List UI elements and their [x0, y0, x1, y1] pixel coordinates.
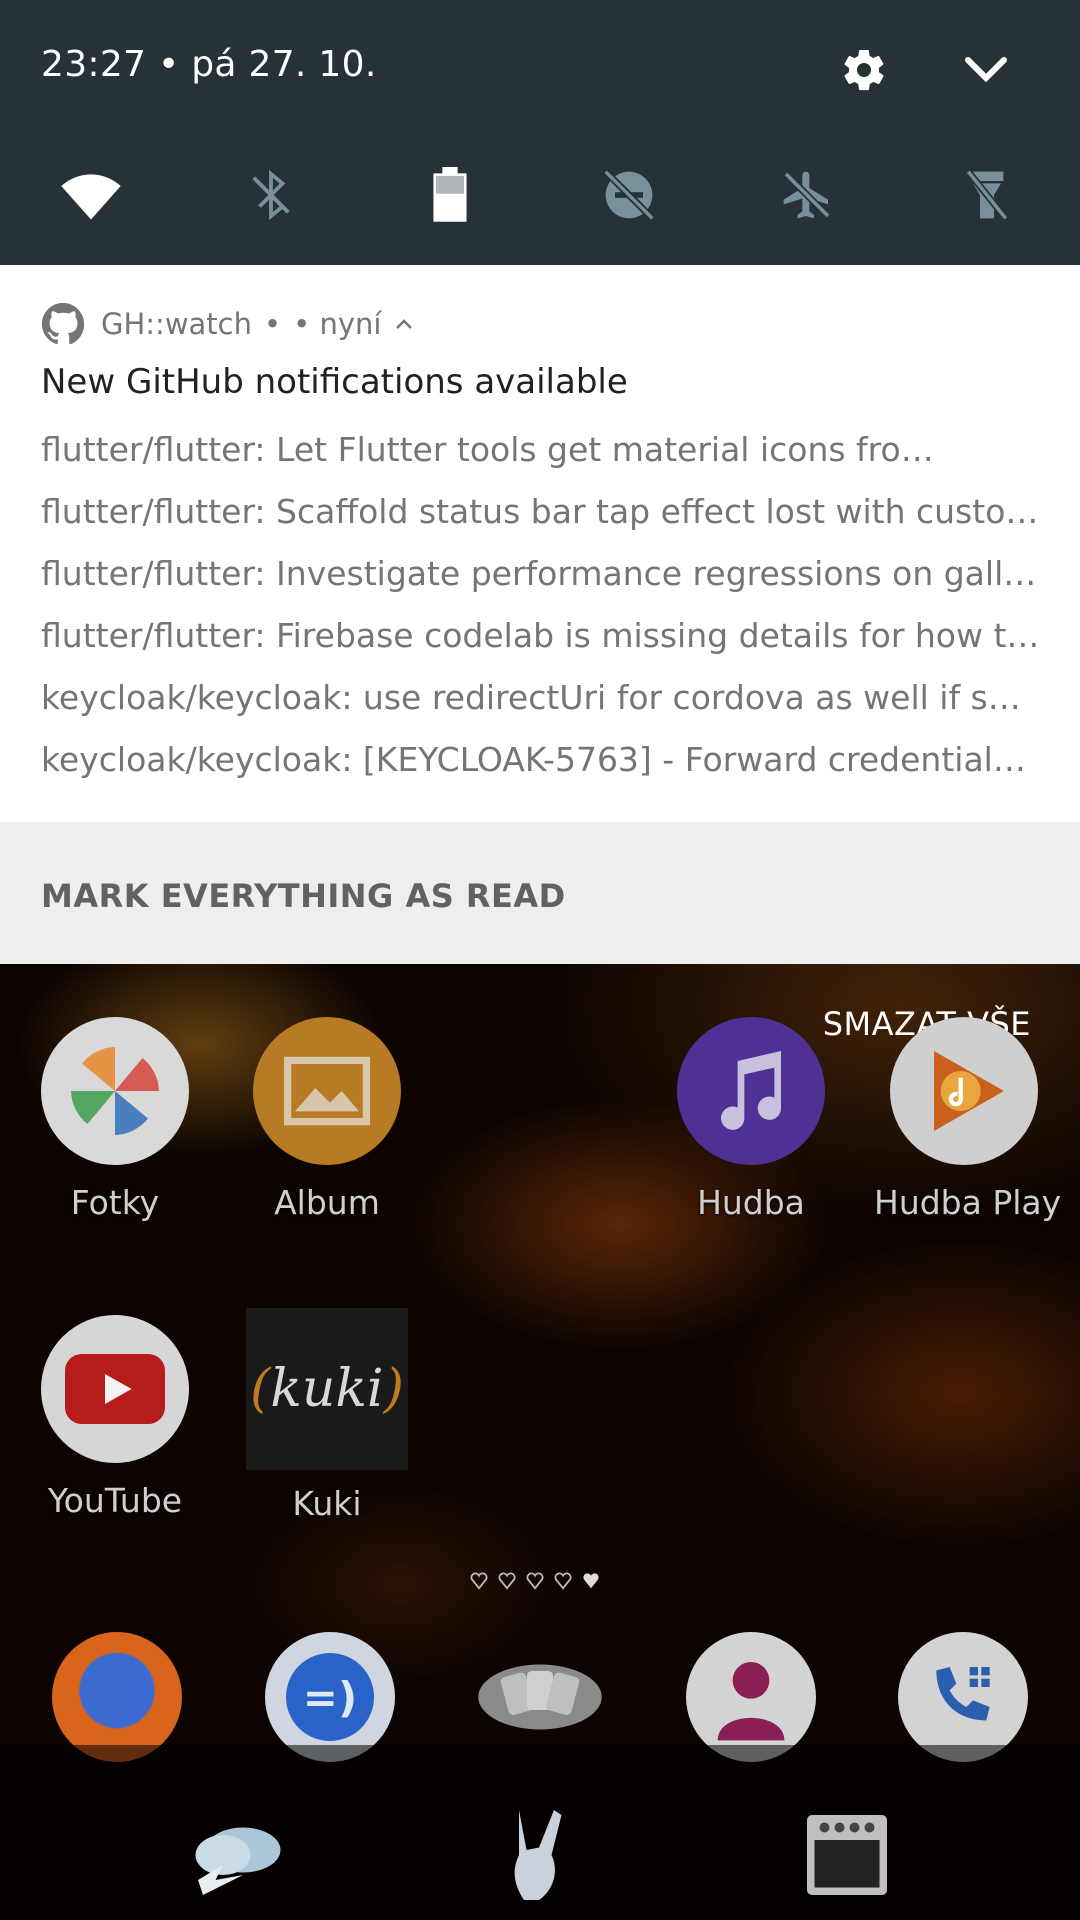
do-not-disturb-tile[interactable] [594, 160, 664, 230]
app-youtube[interactable]: YouTube [25, 1315, 205, 1520]
github-icon [41, 302, 85, 345]
wifi-icon [61, 174, 121, 220]
amplifier-icon[interactable] [792, 1805, 902, 1905]
app-label: Album [274, 1183, 380, 1222]
page-indicator [470, 1572, 600, 1590]
rock-hand-icon[interactable] [484, 1805, 594, 1905]
notification-line: keycloak/keycloak: [KEYCLOAK-5763] - For… [41, 740, 1041, 779]
photos-icon [41, 1017, 189, 1165]
app-kuki[interactable]: (kuki) Kuki [237, 1308, 417, 1523]
mark-all-read-button[interactable]: MARK EVERYTHING AS READ [41, 877, 566, 915]
notification-line: flutter/flutter: Investigate performance… [41, 554, 1041, 593]
app-fotky[interactable]: Fotky [25, 1017, 205, 1222]
battery-icon [433, 167, 467, 222]
notification-line: flutter/flutter: Scaffold status bar tap… [41, 492, 1041, 531]
notification-line: flutter/flutter: Let Flutter tools get m… [41, 430, 934, 469]
notification-title: New GitHub notifications available [41, 362, 628, 402]
battery-tile[interactable] [415, 160, 485, 230]
app-label: Hudba [697, 1183, 805, 1222]
contacts-icon[interactable] [686, 1632, 816, 1762]
time-date: 23:27 • pá 27. 10. [41, 44, 377, 85]
play-music-icon [890, 1017, 1038, 1165]
app-album[interactable]: Album [237, 1017, 417, 1222]
notification-line: flutter/flutter: Firebase codelab is mis… [41, 616, 1041, 655]
page-dot-icon [554, 1572, 572, 1590]
kuki-icon: (kuki) [246, 1308, 408, 1470]
messaging-icon[interactable]: =) [265, 1632, 395, 1762]
bluetooth-off-icon [252, 169, 290, 221]
notification-header: GH::watch • • nyní [41, 302, 417, 346]
flashlight-off-icon [965, 169, 1009, 221]
app-label: Fotky [70, 1183, 160, 1222]
app-label: YouTube [47, 1481, 183, 1520]
bluetooth-tile[interactable] [236, 160, 306, 230]
notification-line: keycloak/keycloak: use redirectUri for c… [41, 678, 1041, 717]
weather-icon[interactable] [178, 1805, 288, 1905]
app-label: Kuki [292, 1484, 362, 1523]
notification-lines: flutter/flutter: Let Flutter tools get m… [41, 424, 1041, 796]
app-hudba[interactable]: Hudba [661, 1017, 841, 1222]
music-icon [677, 1017, 825, 1165]
quick-tiles-row [0, 160, 1080, 230]
app-hudba-play[interactable]: Hudba Play [874, 1017, 1062, 1222]
cards-icon[interactable] [475, 1632, 605, 1762]
airplane-off-icon [783, 171, 831, 219]
firefox-icon[interactable] [52, 1632, 182, 1762]
page-dot-icon [526, 1572, 544, 1590]
page-dot-active-icon [583, 1573, 599, 1589]
collapse-chevron-icon[interactable] [962, 50, 1010, 90]
header-separator: • [264, 307, 282, 341]
youtube-icon [41, 1315, 189, 1463]
page-dot-icon [470, 1572, 488, 1590]
notification-app-name: GH::watch [101, 307, 253, 341]
settings-gear-icon[interactable] [840, 46, 888, 94]
phone-icon[interactable] [898, 1632, 1028, 1762]
expand-chevron-up-icon[interactable] [391, 314, 417, 334]
page-dot-icon [498, 1572, 516, 1590]
notification-actions: MARK EVERYTHING AS READ [0, 822, 1080, 964]
dnd-off-icon [603, 169, 655, 221]
notification-time: • nyní [293, 307, 382, 341]
quick-settings-header: 23:27 • pá 27. 10. [0, 0, 1080, 265]
airplane-tile[interactable] [772, 160, 842, 230]
flashlight-tile[interactable] [952, 160, 1022, 230]
wifi-tile[interactable] [56, 160, 126, 230]
app-label: Hudba Play [874, 1183, 1062, 1222]
album-icon [253, 1017, 401, 1165]
